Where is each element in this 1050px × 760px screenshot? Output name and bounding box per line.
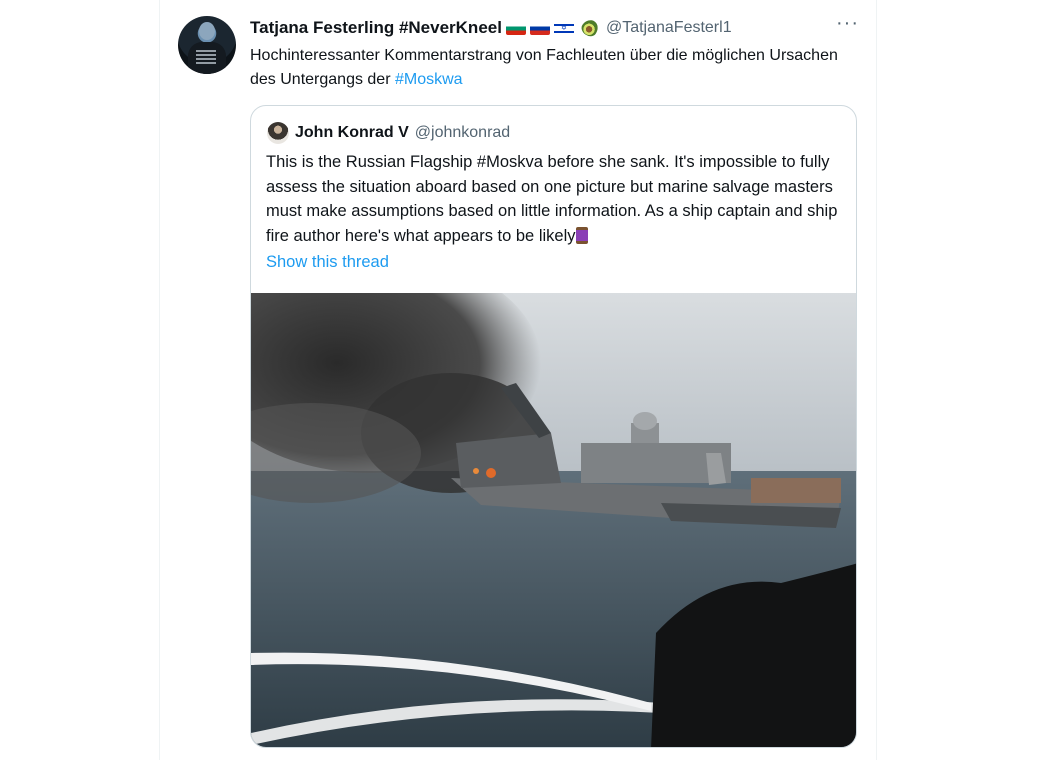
tweet-text-main: Hochinteressanter Kommentarstrang von Fa…	[250, 47, 838, 88]
show-thread-link[interactable]: Show this thread	[266, 253, 389, 272]
thread-icon	[575, 226, 588, 244]
quote-author-name[interactable]: John Konrad V	[295, 124, 409, 142]
tweet-text: Hochinteressanter Kommentarstrang von Fa…	[250, 44, 850, 92]
avocado-icon	[578, 16, 602, 40]
avatar[interactable]	[178, 16, 236, 74]
quote-text-body: This is the Russian Flagship #Moskva bef…	[266, 153, 838, 245]
photo-burning-ship[interactable]	[251, 293, 856, 747]
quote-author-handle[interactable]: @johnkonrad	[415, 124, 510, 142]
hashtag-link[interactable]: #Moskwa	[395, 71, 463, 88]
author-name[interactable]: Tatjana Festerling #NeverKneel	[250, 18, 502, 38]
quote-avatar[interactable]	[267, 122, 289, 144]
flag-russia-icon	[529, 21, 550, 35]
more-icon[interactable]: ···	[836, 12, 859, 35]
tweet-header: Tatjana Festerling #NeverKneel ✡ @Tatjan…	[250, 16, 732, 40]
quoted-tweet[interactable]: John Konrad V @johnkonrad This is the Ru…	[250, 105, 857, 748]
flag-israel-icon: ✡	[553, 21, 574, 35]
quote-header: John Konrad V @johnkonrad	[295, 122, 510, 144]
author-handle[interactable]: @TatjanaFesterl1	[606, 19, 732, 37]
flag-bulgaria-icon	[505, 21, 526, 35]
quote-text: This is the Russian Flagship #Moskva bef…	[266, 150, 846, 248]
